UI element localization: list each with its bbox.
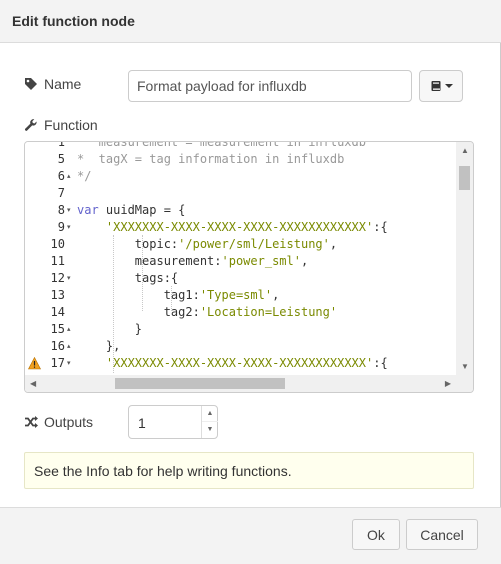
code-line[interactable]: tags:{ [77,270,178,287]
line-number: 15 [50,322,65,336]
horizontal-scroll-thumb[interactable] [115,378,285,389]
code-token: 'power_sml' [221,254,301,268]
help-tip: See the Info tab for help writing functi… [24,452,474,489]
code-token: 'Type=sml' [199,288,273,302]
fold-open-icon[interactable]: ▾ [67,219,75,236]
code-token: topic: [77,237,179,251]
line-number: 10 [50,237,65,251]
code-token: :{ [373,356,388,370]
line-number: 11 [50,254,65,268]
dialog-titlebar: Edit function node [0,0,501,43]
line-number: 16 [50,339,65,353]
help-tip-text: See the Info tab for help writing functi… [34,463,292,479]
code-token: 'Location=Leistung' [199,305,338,319]
fold-close-icon[interactable]: ▴ [67,168,75,185]
scroll-right-arrow-icon[interactable]: ▶ [445,379,451,388]
tag-icon [25,78,37,90]
code-token: tags:{ [77,271,179,285]
code-line[interactable]: var uuidMap = { [77,202,185,219]
outputs-spinner[interactable]: 1 ▲ ▼ [128,405,218,439]
caret-down-icon [444,84,453,88]
book-icon [431,81,440,91]
code-line[interactable]: */ [77,168,91,185]
code-token: :{ [373,220,388,234]
line-number: 13 [50,288,65,302]
code-token: 'XXXXXXX-XXXX-XXXX-XXXX-XXXXXXXXXXXX' [105,356,374,370]
code-line[interactable]: tag1:'Type=sml', [77,287,280,304]
code-line[interactable]: measurement:'power_sml', [77,253,308,270]
code-token: }, [77,339,121,353]
scrollbar-corner [456,375,473,392]
outputs-label-row: Outputs [24,414,93,430]
dialog-title: Edit function node [12,13,135,29]
line-number: 14 [50,305,65,319]
wrench-icon [24,119,37,131]
editor-vertical-scrollbar[interactable]: ▲ ▼ [456,142,473,375]
editor-gutter: 156▴78▾9▾101112▾131415▴16▴17▾1819 [25,142,77,392]
line-number: 1 [57,141,65,149]
code-line[interactable]: topic:'/power/sml/Leistung', [77,236,337,253]
function-label: Function [44,117,98,133]
spinner-buttons: ▲ ▼ [201,406,218,438]
code-token: 'XXXXXXX-XXXX-XXXX-XXXX-XXXXXXXXXXXX' [105,220,374,234]
code-line[interactable]: * tagX = tag information in influxdb [77,151,344,168]
vertical-scroll-thumb[interactable] [459,166,470,190]
scroll-left-arrow-icon[interactable]: ◀ [30,379,36,388]
code-token: var [77,203,106,217]
code-token: measurement: [77,254,222,268]
library-menu-button[interactable] [419,70,463,102]
code-line[interactable]: measurement = measurement in influxdb [77,142,366,151]
code-token: , [329,237,338,251]
code-line[interactable]: }, [77,338,120,355]
code-line[interactable]: } [77,321,142,338]
spinner-up-icon[interactable]: ▲ [202,406,218,422]
name-input[interactable]: Format payload for influxdb [128,70,412,102]
line-number: 9 [57,220,65,234]
code-token: tag2: [77,305,200,319]
code-token: , [272,288,280,302]
spinner-down-icon[interactable]: ▼ [202,422,218,438]
outputs-label: Outputs [44,414,94,430]
dialog-footer: Ok Cancel [0,507,501,564]
fold-open-icon[interactable]: ▾ [67,355,75,372]
name-label: Name [44,76,82,92]
fold-open-icon[interactable]: ▾ [67,270,75,287]
editor-horizontal-scrollbar[interactable]: ◀ ▶ [25,375,456,392]
fold-close-icon[interactable]: ▴ [67,338,75,355]
code-line[interactable]: topic:'/power/sml/Energ [77,372,301,374]
name-label-row: Name [24,76,81,92]
warning-icon[interactable] [28,357,41,370]
fold-open-icon[interactable]: ▾ [67,202,75,219]
code-token: topic: [77,373,178,374]
code-token: '/power/sml/Energ [178,373,301,374]
code-token: * tagX = tag information in influxdb [77,152,345,166]
line-number: 5 [57,152,65,166]
cancel-button[interactable]: Cancel [406,519,478,550]
code-token: tag1: [77,288,200,302]
code-token: */ [77,169,92,183]
code-token: measurement = measurement in influxdb [77,142,366,149]
line-number: 6 [57,169,65,183]
line-number: 7 [57,186,65,200]
outputs-value[interactable]: 1 [138,415,146,431]
scroll-down-arrow-icon[interactable]: ▼ [461,362,469,371]
line-number: 12 [50,271,65,285]
function-label-row: Function [24,117,98,133]
shuffle-icon [25,416,38,428]
code-token: uuidMap = { [105,203,186,217]
scroll-up-arrow-icon[interactable]: ▲ [461,146,469,155]
code-line[interactable]: 'XXXXXXX-XXXX-XXXX-XXXX-XXXXXXXXXXXX':{ [77,219,388,236]
code-editor[interactable]: 156▴78▾9▾101112▾131415▴16▴17▾1819 measur… [24,141,474,393]
editor-code-area[interactable]: measurement = measurement in influxdb * t… [77,142,455,374]
code-line[interactable]: tag2:'Location=Leistung' [77,304,337,321]
code-line[interactable]: 'XXXXXXX-XXXX-XXXX-XXXX-XXXXXXXXXXXX':{ [77,355,388,372]
ok-button[interactable]: Ok [352,519,400,550]
code-token: } [77,322,143,336]
line-number: 8 [57,203,65,217]
code-token: , [300,254,309,268]
fold-close-icon[interactable]: ▴ [67,321,75,338]
code-token: '/power/sml/Leistung' [178,237,330,251]
